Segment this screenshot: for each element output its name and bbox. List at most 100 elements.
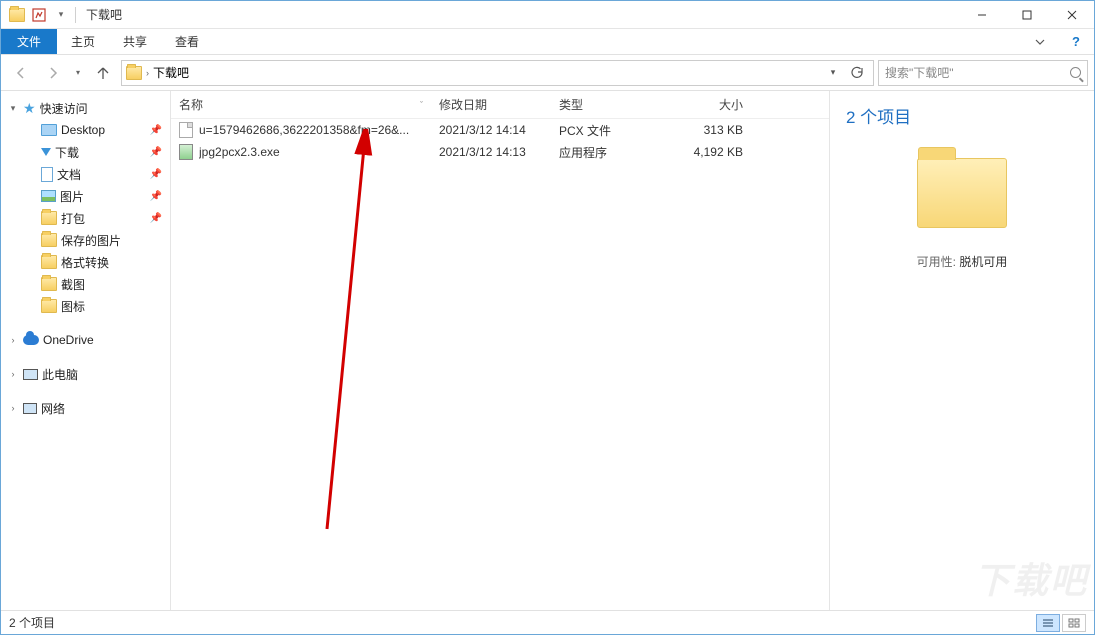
tree-this-pc[interactable]: › 此电脑 bbox=[1, 363, 170, 385]
minimize-button[interactable] bbox=[959, 1, 1004, 29]
folder-icon bbox=[41, 255, 57, 269]
tree-label: 此电脑 bbox=[42, 366, 78, 383]
download-icon bbox=[41, 148, 51, 156]
pin-icon: 📌 bbox=[150, 125, 162, 136]
ribbon-tab-home[interactable]: 主页 bbox=[57, 29, 109, 54]
file-size: 4,192 KB bbox=[671, 145, 751, 159]
column-date[interactable]: 修改日期 bbox=[431, 91, 551, 118]
doc-icon bbox=[41, 167, 53, 182]
file-name: jpg2pcx2.3.exe bbox=[199, 145, 280, 159]
search-placeholder: 搜索"下载吧" bbox=[885, 64, 1064, 81]
chevron-down-icon[interactable]: ▾ bbox=[7, 103, 19, 114]
pin-icon: 📌 bbox=[150, 169, 162, 180]
file-area: 名称 ˇ 修改日期 类型 大小 u=1579462686,3622201358&… bbox=[171, 91, 1094, 610]
column-headers: 名称 ˇ 修改日期 类型 大小 bbox=[171, 91, 829, 119]
tree-quick-access[interactable]: ▾ ★ 快速访问 bbox=[1, 97, 170, 119]
file-icon bbox=[179, 122, 193, 138]
address-bar[interactable]: › 下载吧 ▾ bbox=[121, 60, 874, 86]
chevron-right-icon[interactable]: › bbox=[7, 335, 19, 345]
nav-back-button[interactable] bbox=[7, 59, 35, 87]
sidebar-item-label: 下载 bbox=[55, 144, 79, 161]
nav-forward-button[interactable] bbox=[39, 59, 67, 87]
sort-indicator-icon: ˇ bbox=[415, 100, 423, 110]
file-date: 2021/3/12 14:14 bbox=[431, 123, 551, 137]
file-type: PCX 文件 bbox=[551, 122, 671, 139]
ribbon-expand-icon[interactable] bbox=[1022, 29, 1058, 54]
sidebar-item[interactable]: 格式转换 bbox=[1, 251, 170, 273]
property-value: 脱机可用 bbox=[959, 255, 1007, 269]
sidebar-item[interactable]: 打包📌 bbox=[1, 207, 170, 229]
status-bar: 2 个项目 bbox=[1, 610, 1094, 634]
sidebar-item[interactable]: 下载 📌 bbox=[1, 141, 170, 163]
file-list[interactable]: 名称 ˇ 修改日期 类型 大小 u=1579462686,3622201358&… bbox=[171, 91, 829, 610]
ribbon-tab-share[interactable]: 共享 bbox=[109, 29, 161, 54]
pin-icon: 📌 bbox=[150, 191, 162, 202]
tree-label: 快速访问 bbox=[40, 100, 88, 117]
sidebar-item[interactable]: 图片 📌 bbox=[1, 185, 170, 207]
maximize-button[interactable] bbox=[1004, 1, 1049, 29]
sidebar-item-label: 图标 bbox=[61, 298, 85, 315]
pic-icon bbox=[41, 190, 56, 202]
titlebar-left: ▾ 下载吧 bbox=[1, 5, 959, 25]
column-name[interactable]: 名称 ˇ bbox=[171, 91, 431, 118]
column-label: 名称 bbox=[179, 96, 203, 113]
file-date: 2021/3/12 14:13 bbox=[431, 145, 551, 159]
qat-dropdown-icon[interactable]: ▾ bbox=[51, 5, 71, 25]
qat-properties-icon[interactable] bbox=[29, 5, 49, 25]
tree-onedrive[interactable]: › OneDrive bbox=[1, 329, 170, 351]
status-text: 2 个项目 bbox=[9, 614, 55, 631]
refresh-button[interactable] bbox=[845, 61, 869, 85]
chevron-right-icon[interactable]: › bbox=[7, 403, 19, 413]
file-size: 313 KB bbox=[671, 123, 751, 137]
sidebar-item[interactable]: Desktop📌 bbox=[1, 119, 170, 141]
sidebar-item[interactable]: 文档 📌 bbox=[1, 163, 170, 185]
help-icon[interactable]: ? bbox=[1058, 29, 1094, 54]
sidebar-item-label: 打包 bbox=[61, 210, 85, 227]
address-dropdown-icon[interactable]: ▾ bbox=[821, 61, 845, 85]
window-controls bbox=[959, 1, 1094, 29]
folder-icon bbox=[41, 233, 57, 247]
sidebar-item-label: 截图 bbox=[61, 276, 85, 293]
view-details-button[interactable] bbox=[1036, 614, 1060, 632]
sidebar-item-label: 文档 bbox=[57, 166, 81, 183]
file-row[interactable]: jpg2pcx2.3.exe 2021/3/12 14:13应用程序4,192 K… bbox=[171, 141, 829, 163]
ribbon: 文件 主页 共享 查看 ? bbox=[1, 29, 1094, 55]
main-area: ▾ ★ 快速访问 Desktop📌下载📌文档📌图片📌打包📌保存的图片格式转换截图… bbox=[1, 91, 1094, 610]
search-input[interactable]: 搜索"下载吧" bbox=[878, 60, 1088, 86]
file-type: 应用程序 bbox=[551, 144, 671, 161]
details-pane: 2 个项目 可用性: 脱机可用 bbox=[829, 91, 1094, 610]
navigation-pane[interactable]: ▾ ★ 快速访问 Desktop📌下载📌文档📌图片📌打包📌保存的图片格式转换截图… bbox=[1, 91, 171, 610]
titlebar: ▾ 下载吧 bbox=[1, 1, 1094, 29]
column-size[interactable]: 大小 bbox=[671, 91, 751, 118]
tree-label: 网络 bbox=[41, 400, 65, 417]
star-icon: ★ bbox=[23, 100, 36, 117]
breadcrumb-label: 下载吧 bbox=[153, 64, 189, 81]
ribbon-file-tab[interactable]: 文件 bbox=[1, 29, 57, 54]
sidebar-item-label: 格式转换 bbox=[61, 254, 109, 271]
file-row[interactable]: u=1579462686,3622201358&fm=26&...2021/3/… bbox=[171, 119, 829, 141]
folder-icon[interactable] bbox=[7, 5, 27, 25]
tree-network[interactable]: › 网络 bbox=[1, 397, 170, 419]
details-property: 可用性: 脱机可用 bbox=[846, 253, 1078, 270]
details-title: 2 个项目 bbox=[846, 103, 1078, 128]
ribbon-tab-view[interactable]: 查看 bbox=[161, 29, 213, 54]
chevron-right-icon[interactable]: › bbox=[7, 369, 19, 379]
breadcrumb-item[interactable]: 下载吧 bbox=[153, 64, 189, 81]
close-button[interactable] bbox=[1049, 1, 1094, 29]
sidebar-item-label: 图片 bbox=[60, 188, 84, 205]
nav-up-button[interactable] bbox=[89, 59, 117, 87]
cloud-icon bbox=[23, 335, 39, 345]
chevron-right-icon[interactable]: › bbox=[146, 68, 149, 78]
window-title: 下载吧 bbox=[86, 6, 122, 23]
folder-icon bbox=[41, 211, 57, 225]
column-type[interactable]: 类型 bbox=[551, 91, 671, 118]
sidebar-item[interactable]: 保存的图片 bbox=[1, 229, 170, 251]
pin-icon: 📌 bbox=[150, 147, 162, 158]
nav-recent-dropdown[interactable]: ▾ bbox=[71, 68, 85, 77]
folder-icon bbox=[41, 299, 57, 313]
sidebar-item[interactable]: 截图 bbox=[1, 273, 170, 295]
file-icon bbox=[179, 144, 193, 160]
view-large-icons-button[interactable] bbox=[1062, 614, 1086, 632]
search-icon bbox=[1070, 67, 1081, 78]
sidebar-item[interactable]: 图标 bbox=[1, 295, 170, 317]
